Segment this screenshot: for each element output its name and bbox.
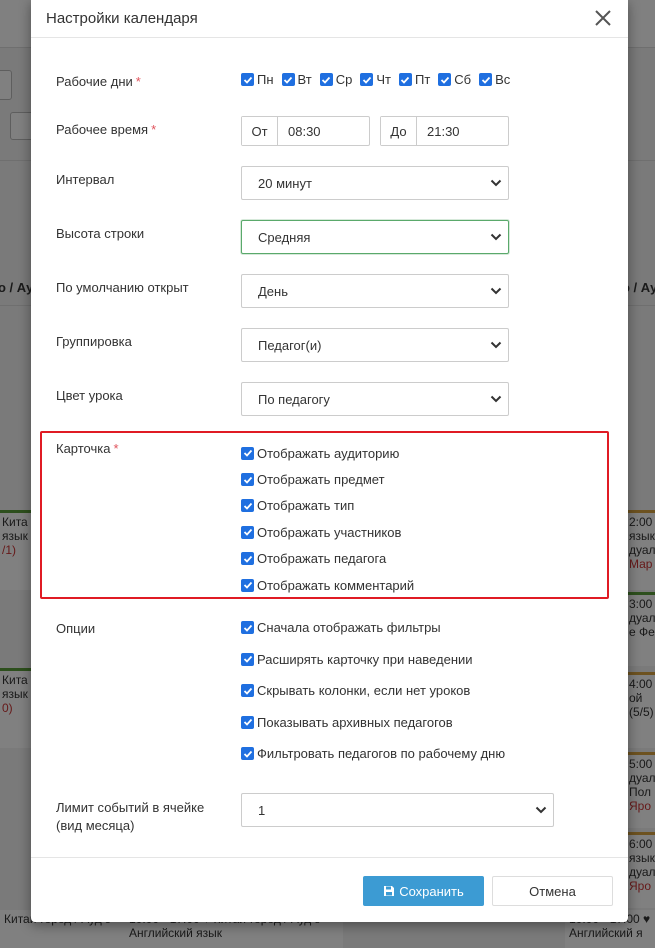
time-to-addon: До xyxy=(381,117,417,145)
checkbox-checked-icon[interactable] xyxy=(241,715,254,729)
option-show-archived-teachers[interactable]: Показывать архивных педагогов xyxy=(241,707,505,739)
modal-title: Настройки календаря xyxy=(46,10,198,27)
day-sat[interactable]: Сб xyxy=(438,72,471,87)
work-time-to-group: До 21:30 xyxy=(380,116,509,146)
row-height-select[interactable]: Средняя xyxy=(241,220,509,254)
chevron-down-icon xyxy=(535,806,547,814)
checkbox-checked-icon[interactable] xyxy=(241,499,254,513)
chevron-down-icon xyxy=(490,233,502,241)
background-event: 2:00 язык дуал Мар xyxy=(625,510,655,590)
background-event: 6:00 язык дуал Яро xyxy=(625,832,655,908)
modal-header: Настройки календаря xyxy=(31,0,628,38)
checkbox-checked-icon[interactable] xyxy=(438,73,452,86)
time-from-input[interactable]: 08:30 xyxy=(278,117,369,145)
background-event: 3:00 дуал е Фе xyxy=(625,592,655,666)
checkbox-checked-icon[interactable] xyxy=(241,525,254,539)
interval-label: Интервал xyxy=(56,172,115,187)
options-checklist: Сначала отображать фильтры Расширять кар… xyxy=(241,612,505,770)
card-show-teacher[interactable]: Отображать педагога xyxy=(241,546,414,572)
checkbox-checked-icon[interactable] xyxy=(241,747,254,761)
day-mon[interactable]: Пн xyxy=(241,72,274,87)
checkbox-checked-icon[interactable] xyxy=(241,446,254,460)
checkbox-checked-icon[interactable] xyxy=(398,73,412,86)
background-button xyxy=(0,70,12,100)
checkbox-checked-icon[interactable] xyxy=(241,73,254,86)
grouping-select[interactable]: Педагог(и) xyxy=(241,328,509,362)
card-show-participants[interactable]: Отображать участников xyxy=(241,519,414,545)
chevron-down-icon xyxy=(490,395,502,403)
work-time-label: Рабочее время * xyxy=(56,122,157,137)
lesson-color-select[interactable]: По педагогу xyxy=(241,382,509,416)
day-tue[interactable]: Вт xyxy=(281,72,312,87)
day-fri[interactable]: Пт xyxy=(398,72,430,87)
calendar-settings-dialog: Настройки календаря Рабочие дни * Пн Вт С… xyxy=(31,0,628,922)
background-event: 4:00 ой (5/5) xyxy=(625,672,655,748)
option-filter-teachers-workday[interactable]: Фильтровать педагогов по рабочему дню xyxy=(241,738,505,770)
background-column-head: о / Ау xyxy=(0,280,34,295)
option-filters-first[interactable]: Сначала отображать фильтры xyxy=(241,612,505,644)
card-checklist: Отображать аудиторию Отображать предмет … xyxy=(241,440,414,598)
default-open-select[interactable]: День xyxy=(241,274,509,308)
cancel-button[interactable]: Отмена xyxy=(492,876,613,906)
day-sun[interactable]: Вс xyxy=(479,72,510,87)
time-from-addon: От xyxy=(242,117,278,145)
close-icon[interactable] xyxy=(594,6,614,30)
work-time-from-group: От 08:30 xyxy=(241,116,370,146)
interval-select[interactable]: 20 минут xyxy=(241,166,509,200)
event-limit-select[interactable]: 1 xyxy=(241,793,554,827)
background-event: 5:00 дуал Пол Яро xyxy=(625,752,655,828)
checkbox-checked-icon[interactable] xyxy=(241,652,254,666)
background-event: Кита язык 0) xyxy=(0,668,32,748)
floppy-disk-icon xyxy=(384,886,395,896)
work-days-label: Рабочие дни * xyxy=(56,74,141,89)
default-open-label: По умолчанию открыт xyxy=(56,280,189,295)
card-show-subject[interactable]: Отображать предмет xyxy=(241,466,414,492)
day-wed[interactable]: Ср xyxy=(319,72,352,87)
day-thu[interactable]: Чт xyxy=(360,72,391,87)
time-to-input[interactable]: 21:30 xyxy=(417,117,508,145)
card-show-comment[interactable]: Отображать комментарий xyxy=(241,572,414,598)
option-hide-empty-columns[interactable]: Скрывать колонки, если нет уроков xyxy=(241,675,505,707)
checkbox-checked-icon[interactable] xyxy=(241,621,254,635)
lesson-color-label: Цвет урока xyxy=(56,388,123,403)
checkbox-checked-icon[interactable] xyxy=(281,73,295,86)
modal-footer: Сохранить Отмена xyxy=(31,857,628,922)
card-label: Карточка * xyxy=(56,441,119,456)
work-days-checkboxes: Пн Вт Ср Чт Пт Сб Вс xyxy=(241,72,518,87)
card-show-room[interactable]: Отображать аудиторию xyxy=(241,440,414,466)
checkbox-checked-icon[interactable] xyxy=(241,552,254,566)
option-expand-on-hover[interactable]: Расширять карточку при наведении xyxy=(241,644,505,676)
event-limit-label: Лимит событий в ячейке (вид месяца) xyxy=(56,800,205,833)
chevron-down-icon xyxy=(490,179,502,187)
card-show-type[interactable]: Отображать тип xyxy=(241,493,414,519)
checkbox-checked-icon[interactable] xyxy=(319,73,333,86)
chevron-down-icon xyxy=(490,287,502,295)
checkbox-checked-icon[interactable] xyxy=(241,684,254,698)
checkbox-checked-icon[interactable] xyxy=(360,73,374,86)
options-label: Опции xyxy=(56,621,96,636)
checkbox-checked-icon[interactable] xyxy=(479,73,493,86)
background-event: Кита язык/1) xyxy=(0,510,32,590)
grouping-label: Группировка xyxy=(56,334,132,349)
row-height-label: Высота строки xyxy=(56,226,145,241)
chevron-down-icon xyxy=(490,341,502,349)
checkbox-checked-icon[interactable] xyxy=(241,473,254,487)
save-button[interactable]: Сохранить xyxy=(363,876,484,906)
checkbox-checked-icon[interactable] xyxy=(241,578,254,592)
